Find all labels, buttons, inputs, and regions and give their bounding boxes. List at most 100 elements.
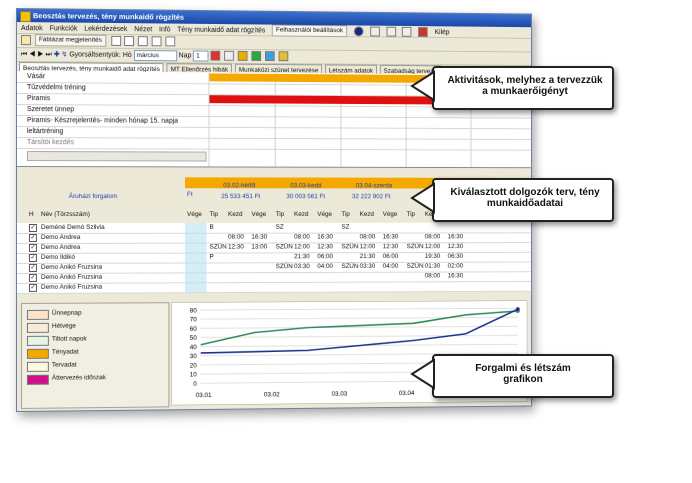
globe-icon[interactable] <box>265 51 275 62</box>
schedule-cell[interactable]: SZÜN <box>341 263 358 270</box>
col-name: Név (Törzsszám) <box>40 210 91 218</box>
chart-icon[interactable] <box>224 50 235 61</box>
schedule-cell[interactable]: 16:30 <box>448 233 463 240</box>
copy-icon[interactable] <box>124 36 135 47</box>
schedule-cell[interactable]: SZÜN <box>276 263 293 270</box>
day-name: 03.03-kedd <box>290 182 322 190</box>
col-prev-end: Vége <box>186 210 202 218</box>
schedule-cell[interactable]: 19:30 <box>425 253 441 260</box>
schedule-cell[interactable]: B <box>209 224 213 231</box>
paste-icon[interactable] <box>138 36 149 47</box>
x-tick-label: 03.04 <box>399 390 415 397</box>
schedule-cell[interactable]: 01:30 <box>425 263 441 270</box>
schedule-cell[interactable]: 16:30 <box>448 272 463 279</box>
callout-chart: Forgalmi és létszám grafikon <box>432 354 614 398</box>
employee-name: Demo Anikó Fruzsina <box>40 263 103 271</box>
legend-swatch <box>26 348 49 359</box>
calendar-icon[interactable] <box>369 26 380 37</box>
employee-name: Demo Anikó Fruzsina <box>40 273 103 281</box>
stop-icon[interactable] <box>210 50 221 61</box>
schedule-cell[interactable]: 16:30 <box>317 234 333 241</box>
schedule-cell[interactable]: 06:00 <box>383 253 399 260</box>
add-icon[interactable]: ✚ <box>54 51 60 58</box>
user-settings-button[interactable]: Felhasználói beállítások <box>272 24 347 38</box>
schedule-cell[interactable]: SZÜN <box>407 263 424 270</box>
schedule-cell[interactable]: 13:00 <box>251 244 267 251</box>
flag-icon[interactable] <box>237 51 248 62</box>
menu-nezet[interactable]: Nézet <box>134 26 152 33</box>
row-checkbox[interactable]: ✓ <box>28 263 37 272</box>
schedule-cell[interactable]: 12:00 <box>360 243 376 250</box>
schedule-cell[interactable]: 03:30 <box>294 263 310 270</box>
schedule-cell[interactable]: 04:00 <box>317 263 333 270</box>
schedule-cell[interactable]: 12:00 <box>425 243 441 250</box>
schedule-cell[interactable]: 12:30 <box>448 243 463 250</box>
row-checkbox[interactable]: ✓ <box>28 283 37 292</box>
schedule-cell[interactable]: SZ <box>341 224 349 231</box>
sum-icon[interactable] <box>152 36 162 47</box>
day-select[interactable]: 1 <box>193 50 209 62</box>
menu-adatok[interactable]: Adatok <box>21 25 43 32</box>
ok-icon[interactable] <box>251 51 262 62</box>
schedule-cell[interactable]: 04:00 <box>383 263 399 270</box>
export-icon[interactable] <box>165 36 176 47</box>
schedule-cell[interactable]: SZÜN <box>341 243 358 250</box>
exit-label[interactable]: Kilép <box>435 29 450 36</box>
y-tick-label: 80 <box>190 308 197 315</box>
schedule-cell[interactable]: SZÜN <box>209 244 226 251</box>
print-icon[interactable] <box>386 26 396 37</box>
table-display-button[interactable]: Fáblázat megjelenítés <box>34 34 106 47</box>
schedule-cell[interactable]: SZ <box>276 224 284 231</box>
horizontal-scrollbar[interactable] <box>26 151 207 162</box>
folder-icon[interactable] <box>278 51 289 62</box>
menu-lekerdezesek[interactable]: Lekérdezések <box>84 26 127 33</box>
legend-label: Áttervezés időszak <box>51 374 106 382</box>
row-checkbox[interactable]: ✓ <box>28 273 37 282</box>
row-checkbox[interactable]: ✓ <box>28 243 37 252</box>
schedule-cell[interactable]: SZÜN <box>276 243 293 250</box>
prev-icon[interactable]: ◀ <box>29 51 35 58</box>
grid-icon[interactable] <box>110 36 121 47</box>
schedule-cell[interactable]: 21:30 <box>294 253 310 260</box>
row-checkbox[interactable]: ✓ <box>28 223 37 232</box>
legend-label: Ünnepnap <box>51 309 82 317</box>
schedule-cell[interactable]: 12:30 <box>317 243 333 250</box>
schedule-cell[interactable]: 02:00 <box>448 263 463 270</box>
next-icon[interactable]: ▶ <box>37 51 43 58</box>
row-checkbox[interactable]: ✓ <box>28 253 37 262</box>
schedule-cell[interactable]: 08:00 <box>228 234 244 241</box>
col-start: Kezd <box>359 210 374 218</box>
y-tick-label: 40 <box>190 344 197 351</box>
schedule-cell[interactable]: 21:30 <box>360 253 376 260</box>
schedule-cell[interactable]: 08:00 <box>425 233 441 240</box>
schedule-cell[interactable]: 16:30 <box>251 234 267 241</box>
schedule-cell[interactable]: 08:00 <box>294 234 310 241</box>
schedule-cell[interactable]: P <box>209 254 213 261</box>
menu-info[interactable]: Infó <box>159 26 170 33</box>
schedule-cell[interactable]: 12:30 <box>383 243 399 250</box>
table-icon[interactable] <box>20 35 31 46</box>
refresh-icon[interactable]: ↯ <box>62 51 68 58</box>
table-row[interactable]: ✓ Demo Anikó Fruzsina <box>16 280 532 294</box>
employee-name: Demo Andrea <box>40 233 81 241</box>
first-icon[interactable]: ⏮ <box>21 51 27 58</box>
schedule-cell[interactable]: 06:00 <box>317 253 333 260</box>
last-icon[interactable]: ⏭ <box>46 51 52 58</box>
activity-row[interactable]: Társítói kezdés <box>16 137 532 151</box>
month-select[interactable]: március <box>133 49 177 61</box>
schedule-cell[interactable]: 12:30 <box>228 244 244 251</box>
schedule-cell[interactable]: 08:00 <box>425 273 441 280</box>
settings-icon[interactable] <box>402 26 412 37</box>
schedule-cell[interactable]: SZÜN <box>407 243 424 250</box>
schedule-cell[interactable]: 06:30 <box>448 253 463 260</box>
info-icon[interactable] <box>353 26 364 37</box>
callout-text: Forgalmi és létszám grafikon <box>475 363 571 385</box>
exit-icon[interactable] <box>418 27 429 37</box>
schedule-cell[interactable]: 03:30 <box>360 263 376 270</box>
schedule-cell[interactable]: 12:00 <box>294 243 310 250</box>
row-checkbox[interactable]: ✓ <box>28 233 37 242</box>
schedule-cell[interactable]: 08:00 <box>360 234 376 241</box>
schedule-cell[interactable]: 16:30 <box>383 234 399 241</box>
menu-teny-munkaido[interactable]: Tény munkaidő adat rögzítés <box>177 26 265 34</box>
menu-funkciok[interactable]: Funkciók <box>50 25 78 32</box>
